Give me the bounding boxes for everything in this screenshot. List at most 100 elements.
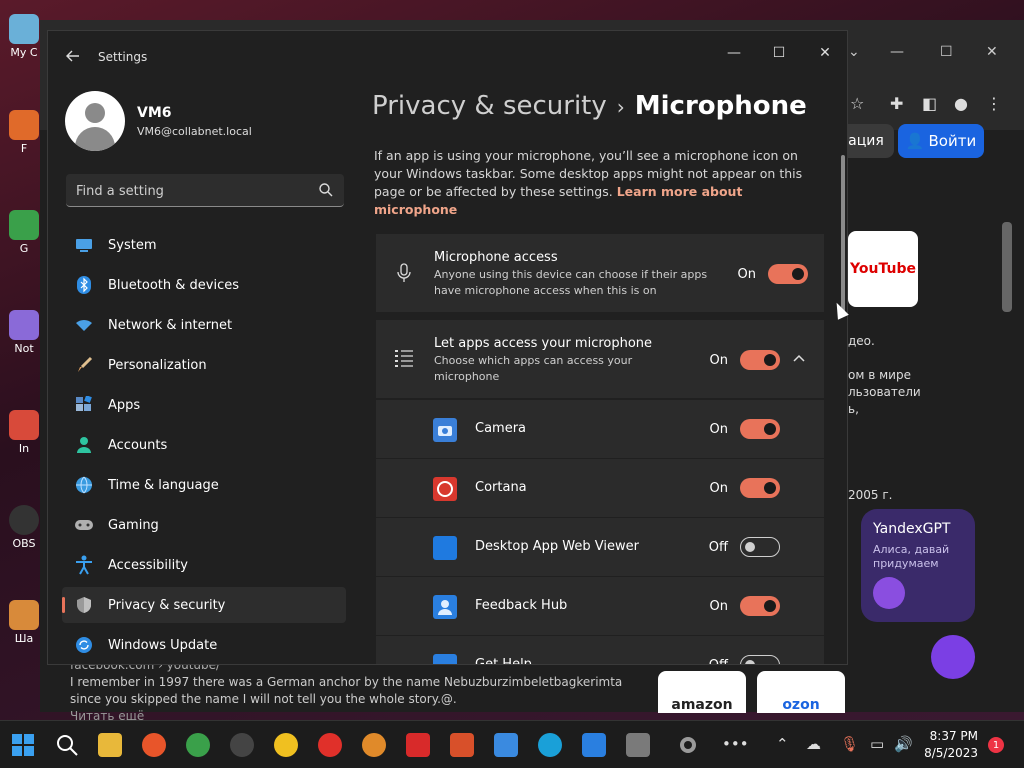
yandexgpt-card[interactable]: YandexGPT Алиса, давай придумаем xyxy=(861,509,975,622)
russian-text-line: 2005 г. xyxy=(848,488,893,502)
tray-chevron-icon[interactable]: ⌃ xyxy=(776,735,789,753)
bookmark-star-icon[interactable]: ☆ xyxy=(850,94,864,113)
minimize-icon: — xyxy=(727,45,741,61)
kaspersky-icon[interactable] xyxy=(406,733,430,757)
let-apps-access-text: Let apps access your microphone Choose w… xyxy=(434,336,654,385)
get-help-icon xyxy=(433,654,457,664)
profile-icon[interactable]: ● xyxy=(954,94,968,113)
desktop-icon-g[interactable]: G xyxy=(4,210,44,255)
content-scrollbar[interactable] xyxy=(841,155,845,315)
user-email: VM6@collabnet.local xyxy=(137,125,252,138)
yandex-browser-icon[interactable] xyxy=(318,733,342,757)
desktop-icon-sha[interactable]: Ша xyxy=(4,600,44,645)
app-toggle-group: On xyxy=(706,478,780,498)
windows-start-icon[interactable] xyxy=(11,733,35,757)
feedback-hub-toggle[interactable] xyxy=(740,596,780,616)
cloud-icon[interactable]: ☁ xyxy=(806,735,821,753)
user-icon: 👤 xyxy=(905,132,925,150)
menu-icon[interactable]: ⋮ xyxy=(986,94,1002,113)
sidebar-item-accounts[interactable]: Accounts xyxy=(62,427,346,463)
microphone-access-text: Microphone access Anyone using this devi… xyxy=(434,250,714,299)
file-explorer-icon[interactable] xyxy=(98,733,122,757)
camera-toggle[interactable] xyxy=(740,419,780,439)
clock-time[interactable]: 8:37 PM xyxy=(926,729,978,743)
sidebar-item-system[interactable]: System xyxy=(62,227,346,263)
microphone-in-use-icon[interactable]: 🎙 xyxy=(840,735,859,753)
russian-text-line: ь, xyxy=(848,402,859,416)
sidebar-item-network[interactable]: Network & internet xyxy=(62,307,346,343)
browser-minimize-icon[interactable]: — xyxy=(890,44,904,60)
microphone-access-toggle[interactable] xyxy=(768,264,808,284)
sidebar-item-privacy-security[interactable]: Privacy & security xyxy=(62,587,346,623)
maximize-button[interactable]: ☐ xyxy=(759,39,799,67)
sidebar-item-apps[interactable]: Apps xyxy=(62,387,346,423)
yandex-market-icon[interactable] xyxy=(274,733,298,757)
let-apps-access-card[interactable]: Let apps access your microphone Choose w… xyxy=(376,320,824,398)
desktop-app-web-viewer-toggle[interactable] xyxy=(740,537,780,557)
search-result-snippet[interactable]: facebook.com › youtube/ I remember in 19… xyxy=(70,657,630,725)
russian-text-line: део. xyxy=(848,334,875,348)
chrome-icon[interactable] xyxy=(186,733,210,757)
cortana-toggle[interactable] xyxy=(740,478,780,498)
youtube-card[interactable]: YouTube xyxy=(848,231,918,307)
chevron-up-icon[interactable] xyxy=(792,353,806,363)
desktop-icon-obs[interactable]: OBS xyxy=(4,505,44,550)
app-name: Desktop App Web Viewer xyxy=(475,539,639,554)
browser-close-icon[interactable]: ✕ xyxy=(986,44,998,60)
sidebar-item-accessibility[interactable]: Accessibility xyxy=(62,547,346,583)
accounts-icon xyxy=(74,435,94,455)
taskbar: ••• ⌃ ☁ 🎙 ▭ 🔊 8:37 PM 8/5/2023 1 xyxy=(0,720,1024,768)
desktop-icon-notepad[interactable]: Not xyxy=(4,310,44,355)
snippet-text: I remember in 1997 there was a German an… xyxy=(70,675,623,706)
edge-icon[interactable] xyxy=(538,733,562,757)
alice-assistant-icon[interactable] xyxy=(931,635,975,679)
breadcrumb-parent[interactable]: Privacy & security xyxy=(372,91,607,121)
close-button[interactable]: ✕ xyxy=(805,39,845,67)
maximize-icon: ☐ xyxy=(772,45,786,61)
taskbar-search-icon[interactable] xyxy=(55,733,79,757)
avatar[interactable] xyxy=(65,91,125,151)
minimize-button[interactable]: — xyxy=(714,39,754,67)
let-apps-access-title: Let apps access your microphone xyxy=(434,336,653,351)
network-icon[interactable]: ▭ xyxy=(870,735,884,753)
settings-gear-icon[interactable] xyxy=(676,733,700,757)
desktop-icon-my-computer[interactable]: My C xyxy=(4,14,44,59)
app-icon[interactable] xyxy=(362,733,386,757)
shop-card-amazon[interactable]: amazon xyxy=(658,671,746,713)
app-name: Get Help xyxy=(475,657,532,665)
browser-chevron-icon[interactable]: ⌄ xyxy=(848,44,860,60)
sidebar-item-bluetooth[interactable]: Bluetooth & devices xyxy=(62,267,346,303)
app-row-get-help: Get Help Off xyxy=(376,636,824,665)
let-apps-access-toggle-group: On xyxy=(706,350,780,370)
shop-card-ozon[interactable]: ozon xyxy=(757,671,845,713)
office-icon[interactable] xyxy=(450,733,474,757)
volume-icon[interactable]: 🔊 xyxy=(894,735,913,753)
sidebar-item-time-language[interactable]: Time & language xyxy=(62,467,346,503)
notification-badge[interactable]: 1 xyxy=(988,737,1004,753)
back-button[interactable] xyxy=(62,45,84,67)
firefox-icon[interactable] xyxy=(142,733,166,757)
apps-icon xyxy=(74,395,94,415)
extensions-icon[interactable]: ✚ xyxy=(890,94,903,113)
sidebar-item-personalization[interactable]: Personalization xyxy=(62,347,346,383)
get-help-toggle[interactable] xyxy=(740,655,780,664)
desktop-icon-f[interactable]: F xyxy=(4,110,44,155)
browser-scrollbar[interactable] xyxy=(1002,222,1012,312)
search-input[interactable] xyxy=(76,181,306,201)
browser-maximize-icon[interactable]: ☐ xyxy=(940,44,953,60)
store-icon[interactable] xyxy=(494,733,518,757)
more-apps-icon[interactable]: ••• xyxy=(722,735,749,753)
desktop-icon-in[interactable]: In xyxy=(4,410,44,455)
search-icon[interactable] xyxy=(318,182,334,198)
obs-icon[interactable] xyxy=(230,733,254,757)
calendar-icon[interactable] xyxy=(582,733,606,757)
let-apps-access-toggle[interactable] xyxy=(740,350,780,370)
sidebar-item-gaming[interactable]: Gaming xyxy=(62,507,346,543)
calculator-icon[interactable] xyxy=(626,733,650,757)
russian-text-line: льзователи xyxy=(848,385,921,399)
search-box[interactable] xyxy=(66,174,344,207)
sidebar-icon[interactable]: ◧ xyxy=(922,94,937,113)
sidebar-item-windows-update[interactable]: Windows Update xyxy=(62,627,346,663)
clock-date[interactable]: 8/5/2023 xyxy=(918,746,978,760)
login-button[interactable]: 👤 Войти xyxy=(898,124,984,158)
